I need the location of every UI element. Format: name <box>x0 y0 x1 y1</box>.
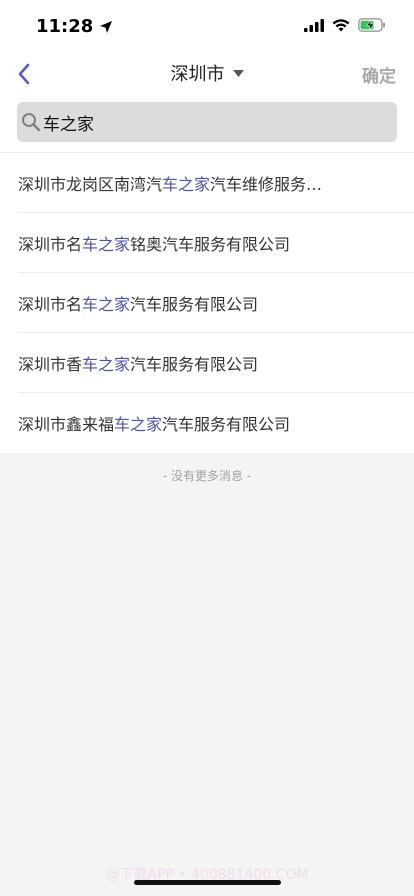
result-text-after: 汽车维修服务… <box>210 174 323 194</box>
list-item[interactable]: 深圳市名 车之家 铭奥汽车服务有限公司 <box>18 213 414 273</box>
result-text-before: 深圳市名 <box>18 294 83 314</box>
result-highlight: 车之家 <box>82 234 131 254</box>
search-box[interactable] <box>17 102 397 142</box>
result-highlight: 车之家 <box>82 294 131 314</box>
result-text-before: 深圳市香 <box>18 354 83 374</box>
list-item[interactable]: 深圳市香 车之家 汽车服务有限公司 <box>18 333 414 393</box>
result-highlight: 车之家 <box>162 174 211 194</box>
search-bar <box>0 94 414 152</box>
navigation-bar: 深圳市 确定 <box>0 54 414 94</box>
battery-charging-icon <box>358 18 385 32</box>
result-text-after: 铭奥汽车服务有限公司 <box>130 234 291 254</box>
home-indicator[interactable] <box>134 880 281 885</box>
results-list: 深圳市龙岗区南湾汽 车之家 汽车维修服务… 深圳市名 车之家 铭奥汽车服务有限公司 深圳… <box>0 152 414 453</box>
result-text-before: 深圳市鑫来福 <box>18 415 115 434</box>
status-time: 11:28 <box>36 16 94 37</box>
status-indicators <box>304 18 386 32</box>
result-text-before: 深圳市龙岗区南湾汽 <box>18 174 163 194</box>
search-input[interactable] <box>43 112 363 132</box>
header-area: 11:28 深圳市 确定 车之家 <box>0 0 414 152</box>
cellular-signal-icon <box>304 18 324 32</box>
result-text-before: 深圳市名 <box>18 234 83 254</box>
list-item[interactable]: 深圳市龙岗区南湾汽 车之家 汽车维修服务… <box>18 153 414 213</box>
status-time-group: 11:28 <box>36 16 113 37</box>
wifi-icon <box>332 18 350 31</box>
list-item[interactable]: 深圳市鑫来福 车之家 汽车服务有限公司 <box>18 393 414 453</box>
city-selector[interactable]: 深圳市 <box>0 60 414 86</box>
result-text-after: 汽车服务有限公司 <box>162 415 291 434</box>
result-highlight: 车之家 <box>82 354 131 374</box>
nav-title: 深圳市 <box>170 64 225 85</box>
result-text-after: 汽车服务有限公司 <box>130 354 259 374</box>
list-item[interactable]: 深圳市名 车之家 汽车服务有限公司 <box>18 273 414 333</box>
no-more-message: - 没有更多消息 - <box>162 469 252 483</box>
search-icon <box>22 113 41 132</box>
location-arrow-icon <box>100 20 113 33</box>
confirm-button[interactable]: 确定 <box>362 62 396 87</box>
result-text-after: 汽车服务有限公司 <box>130 294 259 314</box>
caret-down-icon <box>232 69 244 77</box>
status-bar: 11:28 <box>0 0 414 54</box>
result-highlight: 车之家 <box>114 415 163 434</box>
